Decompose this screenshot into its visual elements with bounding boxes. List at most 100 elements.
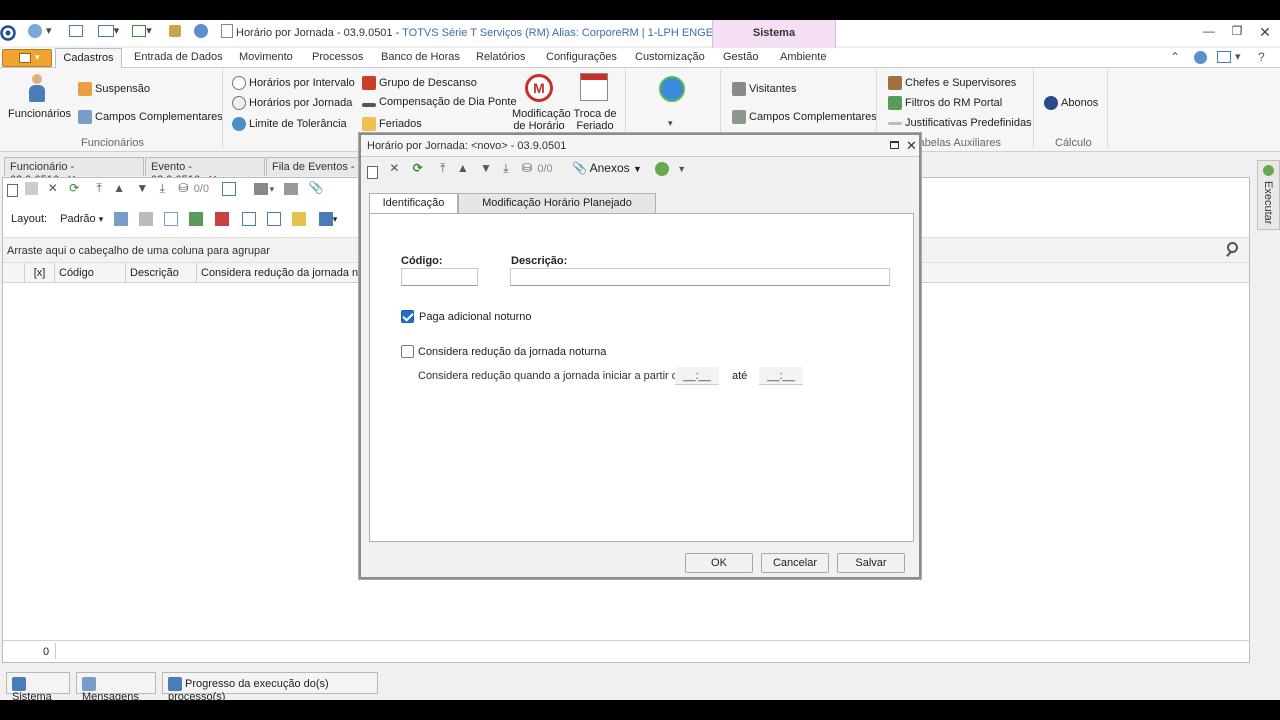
tab-modificacao-horario-planejado[interactable]: Modificação Horário Planejado	[458, 193, 656, 213]
limite-de-tolerancia-button[interactable]: Limite de Tolerância	[232, 117, 347, 131]
tab-configuracoes[interactable]: Configurações	[546, 51, 617, 63]
dropdown-arrow-icon[interactable]: ▼	[677, 164, 686, 174]
chefes-e-supervisores-button[interactable]: Chefes e Supervisores	[888, 76, 1016, 90]
ok-button[interactable]: OK	[685, 553, 753, 573]
paga-adicional-noturno-checkbox[interactable]	[401, 310, 414, 323]
close-icon[interactable]: ✕	[1254, 24, 1276, 42]
previous-record-icon[interactable]: ▲	[457, 161, 469, 175]
binoculars-icon[interactable]: ⛁	[178, 181, 188, 195]
previous-record-icon[interactable]: ▲	[113, 181, 125, 195]
restore-icon[interactable]: ❐	[1226, 24, 1248, 42]
tab-processos[interactable]: Processos	[312, 51, 363, 63]
refresh-icon[interactable]: ⟳	[69, 181, 79, 195]
column-header-descricao[interactable]: Descrição	[126, 263, 197, 283]
anexos-button[interactable]: 📎 Anexos ▼	[572, 161, 642, 175]
time-from-input[interactable]: __:__	[675, 367, 719, 385]
visitantes-campos-complementares-button[interactable]: Campos Complementares	[732, 110, 877, 124]
considera-reducao-checkbox[interactable]	[401, 345, 414, 358]
layout-copy-icon[interactable]	[139, 212, 154, 227]
tab-entrada-de-dados[interactable]: Entrada de Dados	[134, 51, 223, 63]
next-record-icon[interactable]: ▼	[136, 181, 148, 195]
refresh-icon[interactable]: ⟳	[413, 161, 423, 175]
sum-icon[interactable]	[266, 212, 281, 227]
column-header-considera-reducao[interactable]: Considera redução da jornada notu	[197, 263, 359, 283]
dropdown-arrow-icon[interactable]: ▾	[668, 118, 673, 129]
layout-icon[interactable]	[1217, 51, 1231, 63]
horarios-por-jornada-button[interactable]: Horários por Jornada	[232, 96, 352, 110]
chart-icon[interactable]	[318, 212, 333, 227]
export-icon[interactable]	[132, 25, 147, 38]
collapse-ribbon-icon[interactable]: ⌃	[1170, 50, 1180, 64]
column-header-codigo[interactable]: Código	[55, 263, 126, 283]
dropdown-arrow-icon[interactable]: ▾	[1235, 50, 1241, 63]
abonos-button[interactable]: Abonos	[1044, 96, 1098, 110]
new-icon[interactable]	[367, 166, 378, 179]
save-button[interactable]: Salvar	[837, 553, 905, 573]
last-record-icon[interactable]: ⤓	[503, 161, 508, 175]
close-icon[interactable]: ✕	[906, 138, 917, 154]
troca-de-feriado-button[interactable]: Troca de Feriado	[572, 108, 618, 132]
grid-icon[interactable]	[222, 181, 237, 196]
last-record-icon[interactable]: ⤓	[160, 181, 165, 195]
bottom-tab-progresso[interactable]: Progresso da execução do(s) processo(s)	[162, 672, 378, 703]
tab-gestao[interactable]: Gestão	[723, 51, 758, 63]
globe-icon[interactable]	[655, 162, 670, 176]
tab-banco-de-horas[interactable]: Banco de Horas	[381, 51, 460, 63]
doc-tab-evento[interactable]: Evento - 03.9.0516✕	[145, 157, 265, 186]
dropdown-arrow-icon[interactable]: ▾	[333, 214, 338, 224]
bottom-tab-sistema[interactable]: Sistema	[6, 672, 70, 703]
justificativas-predefinidas-button[interactable]: Justificativas Predefinidas	[888, 117, 1032, 129]
dropdown-arrow-icon[interactable]: ▾	[146, 25, 152, 37]
minimize-icon[interactable]: —	[1198, 24, 1220, 42]
print-icon[interactable]	[283, 182, 298, 195]
first-record-icon[interactable]: ⤒	[440, 161, 445, 175]
side-panel-executar[interactable]: Executar	[1257, 160, 1280, 230]
dropdown-arrow-icon[interactable]: ▾	[270, 184, 275, 194]
filter-icon[interactable]	[291, 212, 306, 227]
search-icon[interactable]	[1224, 240, 1244, 260]
dropdown-arrow-icon[interactable]: ▾	[46, 25, 52, 37]
columns-icon[interactable]	[164, 212, 179, 227]
codigo-input[interactable]	[401, 268, 478, 286]
binoculars-icon[interactable]: ⛁	[522, 161, 532, 175]
tab-ambiente[interactable]: Ambiente	[780, 51, 826, 63]
application-menu-button[interactable]: ▾	[2, 49, 52, 67]
visitantes-button[interactable]: Visitantes	[732, 82, 797, 96]
modificacao-de-horario-button[interactable]: Modificação de Horário	[512, 108, 571, 132]
grupo-de-descanso-button[interactable]: Grupo de Descanso	[362, 76, 477, 90]
tools-icon[interactable]	[168, 25, 181, 38]
funcionarios-button[interactable]: Funcionários	[8, 108, 71, 120]
help-icon[interactable]: ?	[1258, 50, 1265, 64]
filtros-do-rm-portal-button[interactable]: Filtros do RM Portal	[888, 96, 1002, 110]
campos-complementares-button[interactable]: Campos Complementares	[78, 110, 223, 124]
compensacao-de-dia-ponte-button[interactable]: Compensação de Dia Ponte	[362, 96, 517, 108]
sort-icon[interactable]	[241, 212, 256, 227]
bottom-tab-mensagens[interactable]: Mensagens	[76, 672, 156, 703]
globe-icon[interactable]	[659, 76, 685, 102]
new-icon[interactable]	[7, 184, 18, 197]
doc-tab-fila-de-eventos[interactable]: Fila de Eventos - 0	[266, 157, 360, 176]
context-tab-sistema[interactable]: Sistema	[712, 20, 836, 48]
suspensao-button[interactable]: Suspensão	[78, 82, 150, 96]
delete-icon[interactable]: ✕	[389, 161, 399, 175]
layout-select[interactable]: Padrão ▾	[60, 213, 103, 225]
edit-icon[interactable]	[25, 182, 39, 195]
tab-movimento[interactable]: Movimento	[239, 51, 293, 63]
tab-identificacao[interactable]: Identificação	[369, 193, 458, 215]
delete-icon[interactable]: ✕	[48, 181, 58, 195]
delete-layout-icon[interactable]	[214, 212, 229, 227]
globe-icon[interactable]	[193, 24, 208, 39]
first-record-icon[interactable]: ⤒	[97, 181, 102, 195]
tab-cadastros[interactable]: Cadastros	[55, 48, 122, 69]
next-record-icon[interactable]: ▼	[480, 161, 492, 175]
time-to-input[interactable]: __:__	[759, 367, 803, 385]
tab-customizacao[interactable]: Customização	[635, 51, 705, 63]
globe-icon[interactable]	[28, 24, 42, 39]
doc-tab-funcionario[interactable]: Funcionário - 03.9.0516✕	[4, 157, 144, 186]
column-header-select[interactable]: [x]	[25, 263, 55, 283]
attachment-icon[interactable]: 📎	[309, 181, 324, 195]
horarios-por-intervalo-button[interactable]: Horários por Intervalo	[232, 76, 355, 90]
dropdown-arrow-icon[interactable]: ▾	[114, 25, 120, 37]
maximize-icon[interactable]	[890, 141, 899, 149]
cancel-button[interactable]: Cancelar	[761, 553, 829, 573]
